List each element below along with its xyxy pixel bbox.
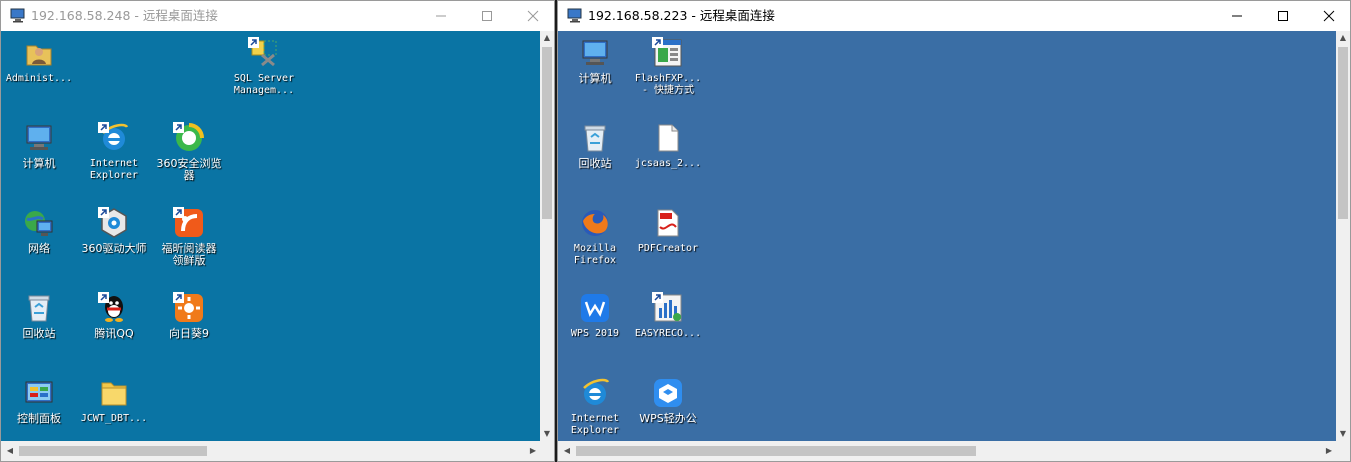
maximize-icon [1278,11,1288,21]
shortcut-arrow-icon [248,37,259,48]
flashfxp-icon [652,37,684,69]
pdfcreator-icon [652,207,684,239]
recycle-bin-icon [579,122,611,154]
desktop-icon-360-browser[interactable]: 360安全浏览 器 [151,122,227,182]
desktop-icon-network[interactable]: 网络 [1,207,77,255]
desktop-icon-computer[interactable]: 计算机 [558,37,633,85]
desktop-icon-internet-explorer[interactable]: Internet Explorer [558,377,633,437]
title-bar[interactable]: 192.168.58.223 - 远程桌面连接 [558,1,1350,31]
remote-desktop-area: Administ... SQL Server Managem... 计算机 In… [1,31,540,441]
maximize-icon [482,11,492,21]
horizontal-scroll-thumb[interactable] [576,446,976,456]
remote-desktop-window-right: 192.168.58.223 - 远程桌面连接 计算机 FlashFXP... … [557,0,1351,462]
window-title: 192.168.58.223 - 远程桌面连接 [588,8,775,23]
minimize-icon [436,15,446,17]
close-button[interactable] [510,1,554,31]
desktop-icon-wps-light-office[interactable]: WPS轻办公 [630,377,706,425]
scrollbar-corner [540,441,554,461]
desktop-icon-computer[interactable]: 计算机 [1,122,77,170]
desktop-icon-control-panel[interactable]: 控制面板 [1,377,77,425]
desktop-icon-administrator[interactable]: Administ... [1,37,77,85]
horizontal-scrollbar[interactable]: ◀ ▶ [1,441,540,461]
desktop-icon-foxit-reader[interactable]: 福昕阅读器 领鲜版 [151,207,227,267]
desktop-icon-recycle-bin[interactable]: 回收站 [558,122,633,170]
360-browser-icon [173,122,205,154]
desktop-icon-firefox[interactable]: Mozilla Firefox [558,207,633,267]
scroll-down-arrow-icon[interactable]: ▼ [540,427,554,441]
firefox-icon [579,207,611,239]
vertical-scroll-thumb[interactable] [1338,47,1348,219]
internet-explorer-icon [579,377,611,409]
desktop-icon-sunflower[interactable]: 向日葵9 [151,292,227,340]
360-driver-icon [98,207,130,239]
minimize-button[interactable] [418,1,464,31]
close-icon [1323,10,1335,22]
computer-icon [23,122,55,154]
desktop-icon-jcwt-folder[interactable]: JCWT_DBT... [76,377,152,425]
foxit-reader-icon [173,207,205,239]
scrollbar-corner [1336,441,1350,461]
sql-server-icon [248,37,280,69]
desktop-icon-360-driver[interactable]: 360驱动大师 [76,207,152,255]
desktop-icon-pdfcreator[interactable]: PDFCreator [630,207,706,255]
desktop-icon-easyrecovery[interactable]: EASYRECO... [630,292,706,340]
file-icon [652,122,684,154]
sunflower-icon [173,292,205,324]
qq-icon [98,292,130,324]
scroll-left-arrow-icon[interactable]: ◀ [560,444,574,458]
scroll-left-arrow-icon[interactable]: ◀ [3,444,17,458]
remote-desktop-area: 计算机 FlashFXP... - 快捷方式 回收站 jcsaas_2... M… [558,31,1336,441]
desktop-icon-recycle-bin[interactable]: 回收站 [1,292,77,340]
scroll-up-arrow-icon[interactable]: ▲ [540,31,554,45]
control-panel-icon [23,377,55,409]
desktop-icon-qq[interactable]: 腾讯QQ [76,292,152,340]
scroll-right-arrow-icon[interactable]: ▶ [1322,444,1336,458]
maximize-button[interactable] [1260,1,1306,31]
remote-desktop-app-icon [567,8,583,23]
minimize-icon [1232,15,1242,17]
scroll-down-arrow-icon[interactable]: ▼ [1336,427,1350,441]
title-bar[interactable]: 192.168.58.248 - 远程桌面连接 [1,1,554,31]
desktop-icon-internet-explorer[interactable]: Internet Explorer [76,122,152,182]
internet-explorer-icon [98,122,130,154]
maximize-button[interactable] [464,1,510,31]
wps-light-office-icon [652,377,684,409]
user-folder-icon [23,37,55,69]
vertical-scroll-thumb[interactable] [542,47,552,219]
window-title: 192.168.58.248 - 远程桌面连接 [31,8,218,23]
desktop-icon-flashfxp[interactable]: FlashFXP... - 快捷方式 [630,37,706,97]
vertical-scrollbar[interactable]: ▲ ▼ [540,31,554,441]
desktop-icon-wps-2019[interactable]: WPS 2019 [558,292,633,340]
vertical-scrollbar[interactable]: ▲ ▼ [1336,31,1350,441]
network-icon [23,207,55,239]
close-button[interactable] [1306,1,1350,31]
close-icon [527,10,539,22]
scroll-right-arrow-icon[interactable]: ▶ [526,444,540,458]
horizontal-scroll-thumb[interactable] [19,446,207,456]
scroll-up-arrow-icon[interactable]: ▲ [1336,31,1350,45]
minimize-button[interactable] [1214,1,1260,31]
folder-icon [98,377,130,409]
wps-icon [579,292,611,324]
remote-desktop-app-icon [10,8,26,23]
desktop-icon-jcsaas-file[interactable]: jcsaas_2... [630,122,706,170]
desktop-icon-sql-server[interactable]: SQL Server Managem... [226,37,302,97]
horizontal-scrollbar[interactable]: ◀ ▶ [558,441,1336,461]
recycle-bin-icon [23,292,55,324]
remote-desktop-window-left: 192.168.58.248 - 远程桌面连接 Administ... SQL … [0,0,555,462]
computer-icon [579,37,611,69]
easyrecovery-icon [652,292,684,324]
